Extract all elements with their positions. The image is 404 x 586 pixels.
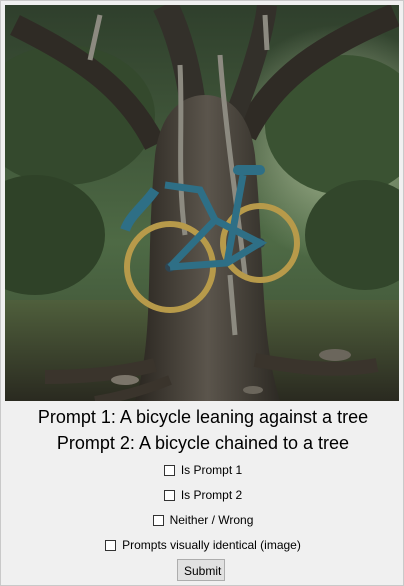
is-prompt-2-checkbox[interactable] xyxy=(163,489,175,501)
option-is-prompt-1[interactable]: Is Prompt 1 xyxy=(1,463,404,479)
neither-wrong-checkbox[interactable] xyxy=(152,514,164,526)
prompt-2-text: Prompt 2: A bicycle chained to a tree xyxy=(56,433,350,453)
prompts-identical-label: Prompts visually identical (image) xyxy=(122,538,301,552)
neither-wrong-label: Neither / Wrong xyxy=(169,513,254,527)
generated-image xyxy=(5,5,399,401)
option-is-prompt-2[interactable]: Is Prompt 2 xyxy=(1,488,404,504)
option-neither-wrong[interactable]: Neither / Wrong xyxy=(1,513,404,529)
prompts-identical-checkbox[interactable] xyxy=(105,539,117,551)
submit-button[interactable]: Submit xyxy=(177,559,225,581)
dialog-window: Prompt 1: A bicycle leaning against a tr… xyxy=(0,0,404,586)
is-prompt-2-label: Is Prompt 2 xyxy=(180,488,243,502)
option-prompts-identical[interactable]: Prompts visually identical (image) xyxy=(1,538,404,554)
prompt-1-text: Prompt 1: A bicycle leaning against a tr… xyxy=(37,407,369,427)
is-prompt-1-checkbox[interactable] xyxy=(163,464,175,476)
is-prompt-1-label: Is Prompt 1 xyxy=(180,463,243,477)
